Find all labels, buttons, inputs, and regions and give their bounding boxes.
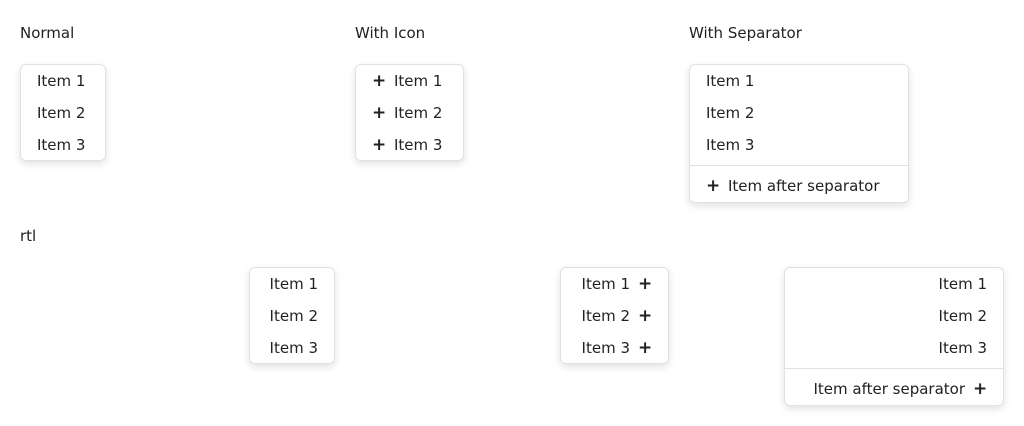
menu-item[interactable]: Item 2 bbox=[250, 300, 334, 332]
section-title-normal: Normal bbox=[20, 24, 75, 42]
plus-icon: + bbox=[638, 337, 653, 358]
plus-icon: + bbox=[372, 70, 387, 91]
menu-item-label: Item 2 bbox=[37, 104, 86, 122]
menu-item[interactable]: Item 1 bbox=[21, 65, 105, 97]
menu-item-label: Item 1 bbox=[938, 275, 987, 293]
plus-icon: + bbox=[638, 273, 653, 294]
normal-menu: Item 1 Item 2 Item 3 bbox=[20, 64, 106, 161]
menu-item[interactable]: Item 1 bbox=[690, 65, 908, 97]
menu-item[interactable]: Item 1 + bbox=[561, 268, 668, 300]
plus-icon: + bbox=[706, 175, 721, 196]
menu-item[interactable]: Item 2 bbox=[785, 300, 1003, 332]
icon-menu: + Item 1 + Item 2 + Item 3 bbox=[355, 64, 464, 161]
menu-item-after-separator[interactable]: Item after separator + bbox=[785, 373, 1003, 405]
menu-item-label: Item 3 bbox=[938, 339, 987, 357]
plus-icon: + bbox=[973, 378, 988, 399]
menu-item-label: Item after separator bbox=[813, 380, 965, 398]
menu-item[interactable]: Item 3 + bbox=[561, 332, 668, 364]
plus-icon: + bbox=[372, 102, 387, 123]
section-title-rtl: rtl bbox=[20, 227, 37, 245]
plus-icon: + bbox=[372, 134, 387, 155]
menu-item-after-separator[interactable]: + Item after separator bbox=[690, 170, 908, 202]
menu-item-label: Item 3 bbox=[269, 339, 318, 357]
rtl-icon-menu: Item 1 + Item 2 + Item 3 + bbox=[560, 267, 669, 364]
menu-demo-page: Normal With Icon With Separator rtl Item… bbox=[0, 0, 1024, 426]
section-title-with-separator: With Separator bbox=[689, 24, 802, 42]
menu-item-label: Item after separator bbox=[728, 177, 880, 195]
rtl-separator-menu: Item 1 Item 2 Item 3 Item after separato… bbox=[784, 267, 1004, 406]
menu-item-label: Item 3 bbox=[706, 136, 755, 154]
menu-item-label: Item 2 bbox=[394, 104, 443, 122]
menu-separator bbox=[785, 368, 1003, 369]
menu-separator bbox=[690, 165, 908, 166]
menu-item[interactable]: Item 3 bbox=[21, 129, 105, 161]
menu-item-label: Item 3 bbox=[37, 136, 86, 154]
menu-item[interactable]: Item 3 bbox=[250, 332, 334, 364]
plus-icon: + bbox=[638, 305, 653, 326]
menu-item[interactable]: + Item 3 bbox=[356, 129, 463, 161]
menu-item[interactable]: Item 3 bbox=[785, 332, 1003, 364]
menu-item-label: Item 2 bbox=[706, 104, 755, 122]
menu-item-label: Item 3 bbox=[581, 339, 630, 357]
menu-item[interactable]: Item 2 bbox=[21, 97, 105, 129]
menu-item[interactable]: + Item 2 bbox=[356, 97, 463, 129]
menu-item-label: Item 1 bbox=[706, 72, 755, 90]
menu-item[interactable]: Item 2 + bbox=[561, 300, 668, 332]
menu-item-label: Item 1 bbox=[37, 72, 86, 90]
rtl-normal-menu: Item 1 Item 2 Item 3 bbox=[249, 267, 335, 364]
menu-item[interactable]: + Item 1 bbox=[356, 65, 463, 97]
menu-item[interactable]: Item 1 bbox=[250, 268, 334, 300]
menu-item-label: Item 2 bbox=[938, 307, 987, 325]
section-title-with-icon: With Icon bbox=[355, 24, 426, 42]
menu-item-label: Item 1 bbox=[269, 275, 318, 293]
menu-item-label: Item 2 bbox=[269, 307, 318, 325]
menu-item-label: Item 2 bbox=[581, 307, 630, 325]
menu-item-label: Item 1 bbox=[394, 72, 443, 90]
menu-item-label: Item 3 bbox=[394, 136, 443, 154]
menu-item-label: Item 1 bbox=[581, 275, 630, 293]
menu-item[interactable]: Item 2 bbox=[690, 97, 908, 129]
separator-menu: Item 1 Item 2 Item 3 + Item after separat… bbox=[689, 64, 909, 203]
menu-item[interactable]: Item 1 bbox=[785, 268, 1003, 300]
menu-item[interactable]: Item 3 bbox=[690, 129, 908, 161]
